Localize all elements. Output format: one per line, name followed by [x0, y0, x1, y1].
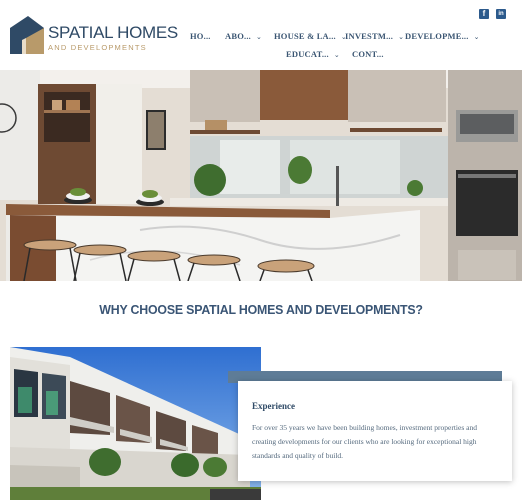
section-title: WHY CHOOSE SPATIAL HOMES AND DEVELOPMENT…: [99, 302, 423, 317]
nav-item-contact[interactable]: CONT...: [352, 49, 384, 59]
facebook-icon[interactable]: f: [479, 9, 489, 19]
nav-item-label: DEVELOPME...: [405, 31, 469, 41]
nav-item-label: ABO...: [225, 31, 251, 41]
chevron-down-icon: ⌄: [398, 33, 405, 41]
feature-card-title: Experience: [252, 401, 295, 411]
logo-mark-icon: [10, 16, 44, 54]
nav-item-developments[interactable]: DEVELOPME... ⌄: [405, 31, 480, 41]
logo-name: SPATIAL HOMES: [48, 23, 178, 42]
chevron-down-icon: ⌄: [333, 51, 340, 59]
logo-tagline: AND DEVELOPMENTS: [48, 43, 147, 52]
nav-item-label: HO...: [190, 31, 211, 41]
nav-item-label: CONT...: [352, 49, 384, 59]
townhouses-image: [10, 347, 261, 500]
feature-card-body: For over 35 years we have been building …: [252, 423, 477, 460]
nav-item-label: EDUCAT...: [286, 49, 329, 59]
site-header: SPATIAL HOMES AND DEVELOPMENTS f in HO..…: [0, 0, 522, 70]
nav-item-label: HOUSE & LA...: [274, 31, 336, 41]
nav-item-about[interactable]: ABO... ⌄: [225, 31, 262, 41]
nav-item-education[interactable]: EDUCAT... ⌄: [286, 49, 340, 59]
chevron-down-icon: ⌄: [256, 33, 263, 41]
linkedin-icon[interactable]: in: [496, 9, 506, 19]
hero-image: [0, 70, 522, 281]
feature-card: Experience For over 35 years we have bee…: [238, 381, 512, 481]
nav-item-house-land[interactable]: HOUSE & LA... ⌄: [274, 31, 347, 41]
nav-item-label: INVESTM...: [345, 31, 394, 41]
chevron-down-icon: ⌄: [473, 33, 480, 41]
nav-item-investments[interactable]: INVESTM... ⌄: [345, 31, 404, 41]
logo[interactable]: SPATIAL HOMES AND DEVELOPMENTS: [10, 16, 178, 56]
nav-item-home[interactable]: HO...: [190, 31, 211, 41]
